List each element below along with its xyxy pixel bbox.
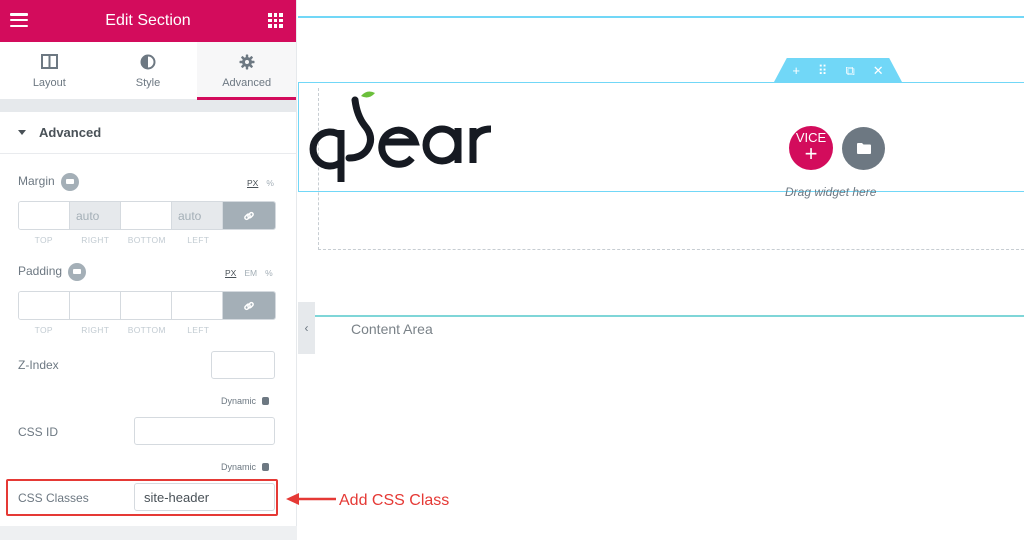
overlay-text: VICE bbox=[795, 130, 827, 145]
z-index-input[interactable] bbox=[211, 351, 275, 379]
section-boundary-bottom bbox=[313, 315, 1024, 317]
padding-unit-percent[interactable]: % bbox=[265, 268, 273, 278]
menu-icon[interactable] bbox=[10, 13, 28, 27]
padding-unit-px[interactable]: PX bbox=[225, 268, 236, 278]
dim-label-right: RIGHT bbox=[81, 325, 110, 335]
dim-label-right: RIGHT bbox=[81, 235, 110, 245]
padding-right-input[interactable] bbox=[70, 292, 121, 319]
drag-widget-hint: Drag widget here bbox=[785, 185, 877, 199]
database-icon bbox=[262, 463, 270, 471]
css-id-label: CSS ID bbox=[18, 425, 59, 439]
margin-label: Margin bbox=[18, 173, 79, 191]
panel-footer bbox=[0, 526, 297, 540]
padding-bottom-input[interactable] bbox=[121, 292, 172, 319]
padding-label: Padding bbox=[18, 263, 87, 281]
advanced-section-toggle[interactable]: Advanced bbox=[0, 112, 296, 154]
annotation-arrow-icon bbox=[286, 493, 336, 505]
margin-right-input[interactable]: auto bbox=[70, 202, 121, 229]
editor-root: Edit Section Layout Style Advanced Advan… bbox=[0, 0, 1024, 540]
padding-label-text: Padding bbox=[18, 264, 63, 279]
padding-dim-labels: TOP RIGHT BOTTOM LEFT bbox=[18, 325, 224, 335]
link-icon bbox=[244, 211, 254, 220]
widgets-grid-icon[interactable] bbox=[268, 13, 283, 28]
section-title-label: Advanced bbox=[39, 125, 102, 140]
dim-label-bottom: BOTTOM bbox=[127, 235, 166, 245]
apear-logo bbox=[305, 90, 505, 190]
margin-dim-labels: TOP RIGHT BOTTOM LEFT bbox=[18, 235, 224, 245]
chevron-left-icon: ‹ bbox=[304, 321, 309, 335]
add-new-section-button[interactable]: VICE + bbox=[789, 126, 833, 170]
caret-down-icon bbox=[18, 130, 26, 135]
margin-unit-px[interactable]: PX bbox=[247, 178, 258, 188]
margin-label-text: Margin bbox=[18, 174, 55, 189]
gear-icon bbox=[239, 53, 255, 71]
css-id-input[interactable] bbox=[134, 417, 275, 445]
responsive-desktop-icon[interactable] bbox=[68, 263, 87, 281]
padding-top-input[interactable] bbox=[19, 292, 70, 319]
tab-layout-label: Layout bbox=[32, 76, 66, 89]
add-section-icon[interactable]: + bbox=[792, 64, 800, 77]
tab-style[interactable]: Style bbox=[99, 42, 198, 99]
link-icon bbox=[244, 301, 254, 310]
padding-unit-em[interactable]: EM bbox=[244, 268, 257, 278]
dim-label-top: TOP bbox=[34, 235, 53, 245]
add-template-button[interactable] bbox=[842, 127, 885, 170]
tab-advanced-label: Advanced bbox=[222, 76, 272, 89]
annotation-highlight-box bbox=[6, 479, 278, 516]
dynamic-label: Dynamic bbox=[221, 462, 257, 472]
dim-label-left: LEFT bbox=[187, 235, 210, 245]
margin-unit-percent[interactable]: % bbox=[266, 178, 274, 188]
margin-left-input[interactable]: auto bbox=[172, 202, 223, 229]
dim-label-top: TOP bbox=[34, 325, 53, 335]
tab-layout[interactable]: Layout bbox=[0, 42, 99, 99]
padding-link-button[interactable] bbox=[223, 292, 275, 319]
content-area-label: Content Area bbox=[351, 321, 433, 337]
tab-advanced[interactable]: Advanced bbox=[197, 42, 297, 100]
section-handle-toolbar: + ⠿ ⧉ ✕ bbox=[774, 58, 902, 82]
folder-icon bbox=[856, 143, 871, 154]
css-id-dynamic[interactable]: Dynamic bbox=[221, 462, 270, 472]
margin-units: PX % bbox=[247, 178, 274, 188]
half-circle-icon bbox=[140, 53, 156, 71]
margin-dimensions: auto auto bbox=[18, 201, 276, 230]
z-index-dynamic[interactable]: Dynamic bbox=[221, 396, 270, 406]
z-index-label: Z-Index bbox=[18, 358, 59, 372]
tab-style-label: Style bbox=[135, 76, 161, 89]
dim-label-left: LEFT bbox=[187, 325, 210, 335]
columns-icon bbox=[40, 53, 58, 71]
padding-dimensions bbox=[18, 291, 276, 320]
panel-title: Edit Section bbox=[105, 12, 191, 29]
margin-link-button[interactable] bbox=[223, 202, 275, 229]
panel-header: Edit Section bbox=[0, 0, 296, 42]
edit-panel: Edit Section Layout Style Advanced Advan… bbox=[0, 0, 297, 540]
padding-units: PX EM % bbox=[225, 268, 273, 278]
database-icon bbox=[262, 397, 270, 405]
responsive-desktop-icon[interactable] bbox=[60, 173, 79, 191]
section-boundary-top bbox=[298, 16, 1024, 18]
margin-bottom-input[interactable] bbox=[121, 202, 172, 229]
dynamic-label: Dynamic bbox=[221, 396, 257, 406]
margin-top-input[interactable] bbox=[19, 202, 70, 229]
section-gap bbox=[0, 100, 296, 112]
dim-label-bottom: BOTTOM bbox=[127, 325, 166, 335]
panel-tabs: Layout Style Advanced bbox=[0, 42, 297, 100]
annotation-label: Add CSS Class bbox=[339, 492, 450, 509]
close-icon[interactable]: ✕ bbox=[873, 64, 884, 77]
preview-canvas bbox=[298, 0, 1024, 540]
collapse-panel-button[interactable]: ‹ bbox=[298, 302, 315, 354]
padding-left-input[interactable] bbox=[172, 292, 223, 319]
drag-handle-icon[interactable]: ⠿ bbox=[818, 64, 828, 77]
duplicate-icon[interactable]: ⧉ bbox=[845, 64, 854, 77]
